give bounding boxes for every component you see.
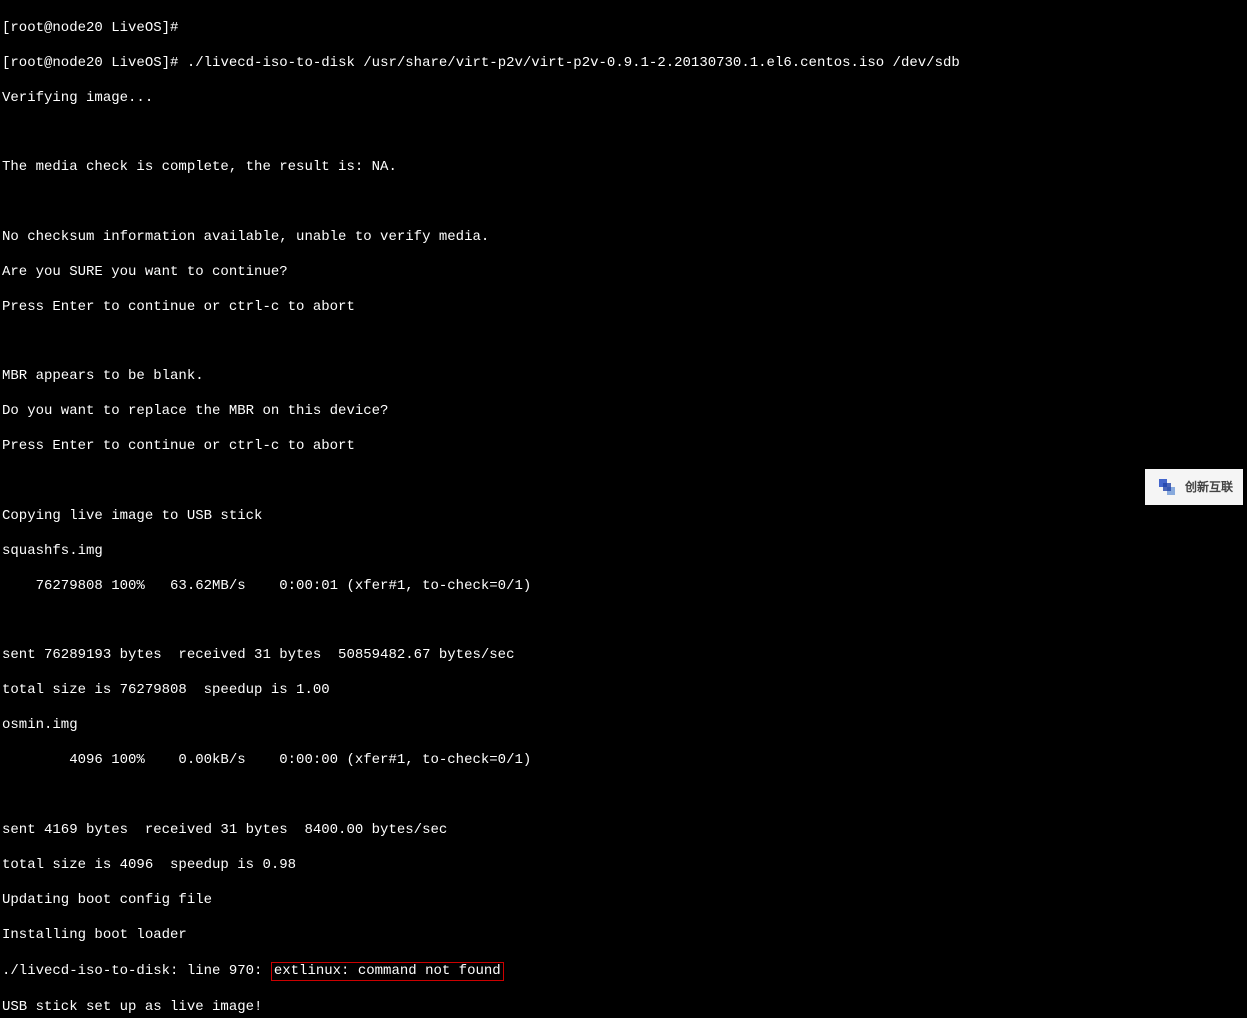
- output-line: Press Enter to continue or ctrl-c to abo…: [2, 299, 1245, 317]
- output-line: total size is 4096 speedup is 0.98: [2, 857, 1245, 875]
- output-line: [2, 473, 1245, 490]
- watermark-logo-icon: [1155, 475, 1179, 499]
- output-line: [2, 194, 1245, 211]
- watermark-text: 创新互联: [1185, 480, 1233, 495]
- watermark: 创新互联: [1145, 469, 1243, 505]
- error-line: ./livecd-iso-to-disk: line 970: extlinux…: [2, 962, 1245, 982]
- output-line: sent 76289193 bytes received 31 bytes 50…: [2, 647, 1245, 665]
- command-text: ./livecd-iso-to-disk /usr/share/virt-p2v…: [187, 55, 960, 71]
- output-line: [2, 613, 1245, 630]
- output-line: Are you SURE you want to continue?: [2, 264, 1245, 282]
- terminal-output[interactable]: [root@node20 LiveOS]# [root@node20 LiveO…: [2, 2, 1245, 1018]
- output-line: total size is 76279808 speedup is 1.00: [2, 682, 1245, 700]
- command-line: [root@node20 LiveOS]# ./livecd-iso-to-di…: [2, 55, 1245, 73]
- output-line: squashfs.img: [2, 543, 1245, 561]
- output-line: Updating boot config file: [2, 892, 1245, 910]
- output-line: The media check is complete, the result …: [2, 159, 1245, 177]
- output-line: sent 4169 bytes received 31 bytes 8400.0…: [2, 822, 1245, 840]
- output-line: Verifying image...: [2, 90, 1245, 108]
- output-line: Copying live image to USB stick: [2, 508, 1245, 526]
- output-line: 4096 100% 0.00kB/s 0:00:00 (xfer#1, to-c…: [2, 752, 1245, 770]
- output-line: Do you want to replace the MBR on this d…: [2, 403, 1245, 421]
- output-line: USB stick set up as live image!: [2, 999, 1245, 1017]
- output-line: [2, 125, 1245, 142]
- output-line: osmin.img: [2, 717, 1245, 735]
- error-prefix: ./livecd-iso-to-disk: line 970:: [2, 963, 271, 979]
- output-line: MBR appears to be blank.: [2, 368, 1245, 386]
- output-line: [2, 787, 1245, 804]
- error-highlight: extlinux: command not found: [271, 962, 504, 982]
- output-line: No checksum information available, unabl…: [2, 229, 1245, 247]
- output-line: 76279808 100% 63.62MB/s 0:00:01 (xfer#1,…: [2, 578, 1245, 596]
- prompt-line-1: [root@node20 LiveOS]#: [2, 20, 1245, 38]
- output-line: Installing boot loader: [2, 927, 1245, 945]
- prompt-text: [root@node20 LiveOS]#: [2, 55, 187, 71]
- output-line: Press Enter to continue or ctrl-c to abo…: [2, 438, 1245, 456]
- output-line: [2, 334, 1245, 351]
